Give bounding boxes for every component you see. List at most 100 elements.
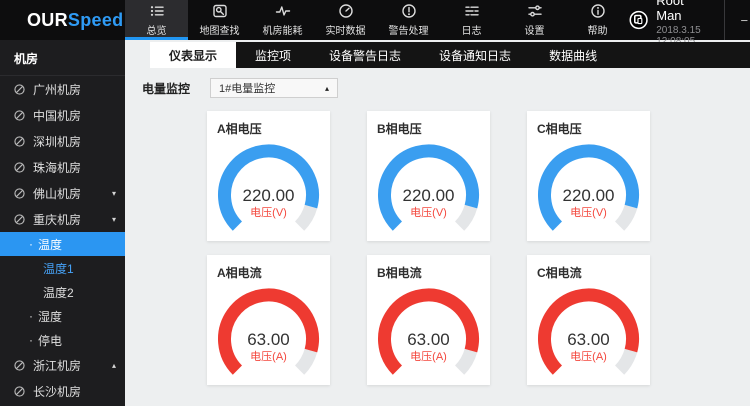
server-room-icon <box>13 161 26 174</box>
chevron-down-icon: ▾ <box>111 188 116 198</box>
gauge-track <box>454 348 478 375</box>
tab-bar: 仪表显示 监控项 设备警告日志 设备通知日志 数据曲线 <box>150 42 750 68</box>
gauge-unit-label: 电压(V) <box>250 206 287 219</box>
sidebar-item-深圳机房[interactable]: 深圳机房 <box>0 128 125 154</box>
sidebar-item-长沙机房[interactable]: 长沙机房 <box>0 378 125 404</box>
gauge-track <box>614 348 638 375</box>
user-box: Root Man 2018.3.15 12:08:05 <box>629 0 712 47</box>
gauge-card-C相电流: C相电流 63.00 电压(A) <box>527 255 650 385</box>
map-search-icon <box>212 3 228 19</box>
sidebar-item-广州机房[interactable]: 广州机房 <box>0 76 125 102</box>
sidebar-item-停电[interactable]: · 停电 <box>0 328 125 352</box>
tab-设备警告日志[interactable]: 设备警告日志 <box>310 42 420 68</box>
brand-part-our: OUR <box>27 9 68 30</box>
top-nav-item-实时数据[interactable]: 实时数据 <box>314 0 377 40</box>
gauge-card-A相电流: A相电流 63.00 电压(A) <box>207 255 330 385</box>
brand-part-speed: Speed <box>67 9 124 30</box>
top-nav-item-日志[interactable]: 日志 <box>440 0 503 40</box>
chevron-up-icon: ▴ <box>111 360 116 370</box>
server-room-icon <box>13 83 26 96</box>
sidebar-list: 广州机房 中国机房 深圳机房 珠海机房 佛山机房 ▾ 重庆机房 ▾ · 温度 温… <box>0 76 125 406</box>
server-room-icon <box>13 109 26 122</box>
gauge-grid: A相电压 220.00 电压(V) B相电压 220.00 电压(V) C相电压 <box>207 111 750 385</box>
sidebar-item-珠海机房[interactable]: 珠海机房 <box>0 154 125 180</box>
gauge-value: 220.00 <box>563 186 615 205</box>
sidebar-item-温度[interactable]: · 温度 <box>0 232 125 256</box>
gauge-title: B相电流 <box>377 266 422 280</box>
gauge-value: 63.00 <box>407 330 450 349</box>
gauge-value: 63.00 <box>567 330 610 349</box>
log-icon <box>464 3 480 19</box>
main-content: 仪表显示 监控项 设备警告日志 设备通知日志 数据曲线 电量监控 1#电量监控 ▴ A相… <box>125 40 750 406</box>
chevron-up-icon: ▴ <box>325 83 330 93</box>
help-icon <box>590 3 606 19</box>
gauge-track <box>614 204 638 231</box>
tab-仪表显示[interactable]: 仪表显示 <box>150 42 237 68</box>
top-nav-item-地图查找[interactable]: 地图查找 <box>188 0 251 40</box>
sidebar-item-浙江机房[interactable]: 浙江机房 ▴ <box>0 352 125 378</box>
gauge: 220.00 电压(V) <box>527 139 650 243</box>
sidebar-item-重庆机房[interactable]: 重庆机房 ▾ <box>0 206 125 232</box>
alert-icon <box>401 3 417 19</box>
monitor-selector-value: 1#电量监控 <box>219 83 276 95</box>
app-shell: 机房 广州机房 中国机房 深圳机房 珠海机房 佛山机房 ▾ 重庆机房 ▾ · 温… <box>0 40 750 406</box>
gauge-card-A相电压: A相电压 220.00 电压(V) <box>207 111 330 241</box>
server-room-icon <box>13 187 26 200</box>
gauge-track <box>294 204 318 231</box>
server-room-icon <box>13 359 26 372</box>
minimize-button[interactable]: − <box>741 13 749 28</box>
sidebar-item-温度2[interactable]: 温度2 <box>0 280 125 304</box>
brand-logo: OUR Speed <box>0 0 125 40</box>
gauge: 220.00 电压(V) <box>207 139 330 243</box>
tab-监控项[interactable]: 监控项 <box>236 42 310 68</box>
filter-row: 电量监控 1#电量监控 ▴ <box>142 78 750 98</box>
settings-sliders-icon <box>527 3 543 19</box>
gauge-unit-label: 电压(V) <box>410 206 447 219</box>
gauge-unit-label: 电压(A) <box>250 350 287 363</box>
bullet-dot: · <box>29 237 33 251</box>
top-nav-item-机房能耗[interactable]: 机房能耗 <box>251 0 314 40</box>
chevron-down-icon: ▾ <box>111 214 116 224</box>
gauge-card-C相电压: C相电压 220.00 电压(V) <box>527 111 650 241</box>
gauge: 63.00 电压(A) <box>527 283 650 387</box>
sidebar-item-佛山机房[interactable]: 佛山机房 ▾ <box>0 180 125 206</box>
gauge-card-B相电流: B相电流 63.00 电压(A) <box>367 255 490 385</box>
window-controls: − × <box>723 0 750 40</box>
server-room-icon <box>13 385 26 398</box>
avatar[interactable] <box>629 5 648 35</box>
gauge-unit-label: 电压(A) <box>570 350 607 363</box>
top-nav-item-总览[interactable]: 总览 <box>125 0 188 40</box>
sidebar-item-中国机房[interactable]: 中国机房 <box>0 102 125 128</box>
bullet-dot: · <box>29 309 33 323</box>
gauge-card-B相电压: B相电压 220.00 电压(V) <box>367 111 490 241</box>
gauge: 220.00 电压(V) <box>367 139 490 243</box>
sidebar-header: 机房 <box>0 40 125 76</box>
monitor-section-label: 电量监控 <box>142 81 191 96</box>
gauge: 63.00 电压(A) <box>367 283 490 387</box>
overview-list-icon <box>149 3 165 19</box>
monitor-selector-dropdown[interactable]: 1#电量监控 ▴ <box>210 78 339 98</box>
tab-设备通知日志[interactable]: 设备通知日志 <box>420 42 530 68</box>
gauge-title: C相电流 <box>537 266 582 280</box>
realtime-gauge-icon <box>338 3 354 19</box>
sidebar-item-湿度[interactable]: · 湿度 <box>0 304 125 328</box>
tab-数据曲线[interactable]: 数据曲线 <box>530 42 616 68</box>
gauge-value: 220.00 <box>403 186 455 205</box>
gauge-unit-label: 电压(A) <box>410 350 447 363</box>
gauge-track <box>294 348 318 375</box>
gauge-title: C相电压 <box>537 122 582 136</box>
user-name: Root Man <box>656 0 684 23</box>
gauge: 63.00 电压(A) <box>207 283 330 387</box>
top-nav-item-帮助[interactable]: 帮助 <box>566 0 629 40</box>
gauge-title: A相电压 <box>217 122 262 136</box>
gauge-unit-label: 电压(V) <box>570 206 607 219</box>
top-nav-item-设置[interactable]: 设置 <box>503 0 566 40</box>
topbar: OUR Speed 总览 地图查找 机房能耗 实时数据 警告处理 日志 设置 帮… <box>0 0 750 47</box>
gauge-title: A相电流 <box>217 266 262 280</box>
server-room-icon <box>13 135 26 148</box>
gauge-title: B相电压 <box>377 122 422 136</box>
gauge-value: 63.00 <box>247 330 290 349</box>
top-nav-item-警告处理[interactable]: 警告处理 <box>377 0 440 40</box>
sidebar-item-温度1[interactable]: 温度1 <box>0 256 125 280</box>
energy-pulse-icon <box>275 3 291 19</box>
